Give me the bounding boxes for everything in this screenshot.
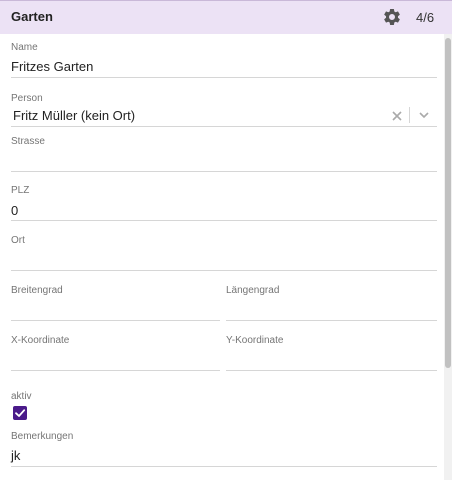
plz-field[interactable]: PLZ 0 [11,185,437,221]
strasse-underline [11,171,437,172]
breitengrad-label: Breitengrad [11,285,63,296]
aktiv-label: aktiv [11,391,32,402]
y-koordinate-underline [226,370,437,371]
ort-label: Ort [11,235,25,246]
aktiv-checkbox[interactable] [13,406,27,420]
x-koordinate-underline [11,370,220,371]
close-icon[interactable] [391,109,403,121]
x-koordinate-field[interactable]: X-Koordinate [11,335,220,371]
chevron-down-icon[interactable] [417,108,431,122]
name-underline [11,77,437,78]
laengengrad-label: Längengrad [226,285,280,296]
bemerkungen-label: Bemerkungen [11,431,74,442]
record-counter: 4/6 [416,10,435,25]
bemerkungen-underline [11,466,437,467]
y-koordinate-label: Y-Koordinate [226,335,284,346]
ort-field[interactable]: Ort [11,235,437,271]
bemerkungen-value[interactable]: jk [11,448,20,463]
bemerkungen-field[interactable]: Bemerkungen jk [11,431,437,467]
person-underline [11,126,437,127]
person-select[interactable]: Person Fritz Müller (kein Ort) [11,93,437,127]
person-label: Person [11,93,43,104]
breitengrad-field[interactable]: Breitengrad [11,285,220,321]
scrollbar-thumb[interactable] [445,38,451,368]
scrollbar[interactable] [444,34,452,480]
strasse-label: Strasse [11,136,45,147]
laengengrad-underline [226,320,437,321]
breitengrad-underline [11,320,220,321]
x-koordinate-label: X-Koordinate [11,335,70,346]
name-field[interactable]: Name Fritzes Garten [11,42,437,78]
select-separator [409,107,410,123]
laengengrad-field[interactable]: Längengrad [226,285,437,321]
aktiv-field: aktiv [11,391,131,405]
y-koordinate-field[interactable]: Y-Koordinate [226,335,437,371]
person-value[interactable]: Fritz Müller (kein Ort) [13,108,135,123]
ort-underline [11,270,437,271]
name-value[interactable]: Fritzes Garten [11,59,93,74]
checkmark-icon [15,409,26,417]
page-title: Garten [11,9,53,24]
app-header: Garten 4/6 [0,0,452,34]
plz-underline [11,220,437,221]
name-label: Name [11,42,38,53]
gear-icon[interactable] [382,7,402,27]
strasse-field[interactable]: Strasse [11,136,437,172]
plz-value[interactable]: 0 [11,203,18,218]
plz-label: PLZ [11,185,30,196]
garten-form: Name Fritzes Garten Person Fritz Müller … [0,34,444,480]
